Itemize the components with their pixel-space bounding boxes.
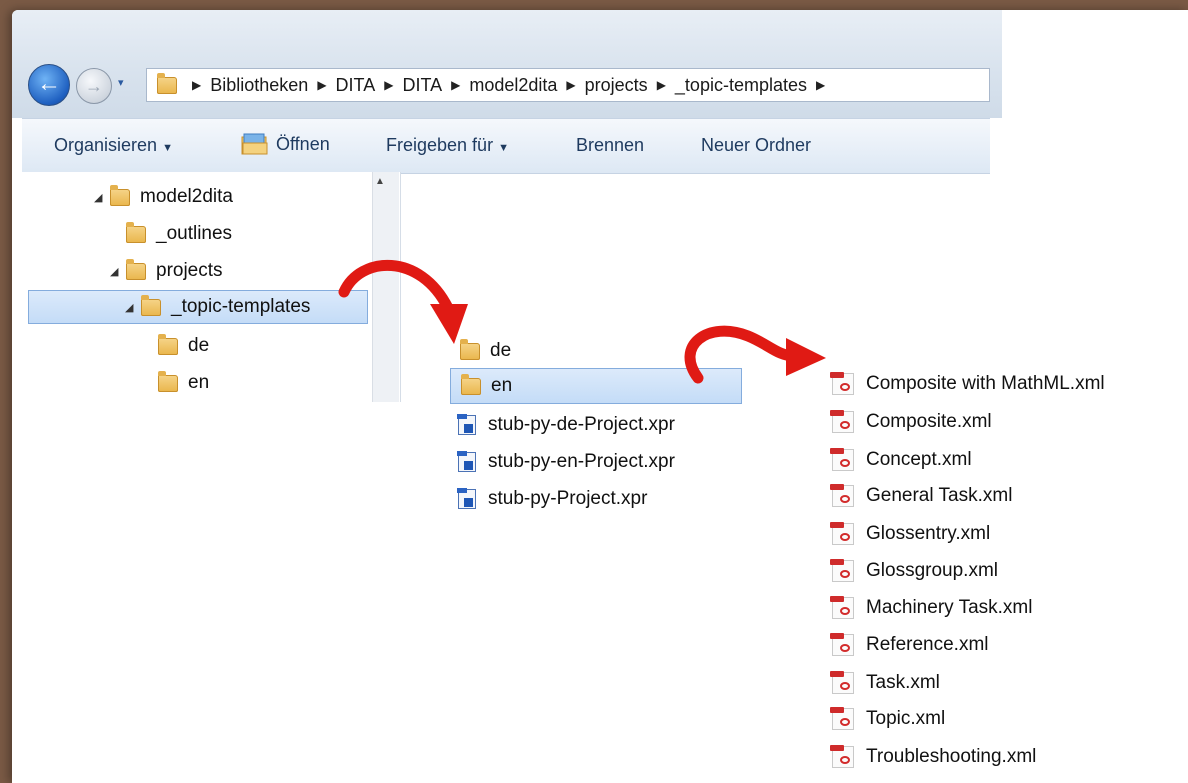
- open-label: Öffnen: [276, 133, 330, 154]
- breadcrumb-separator-icon[interactable]: ▶: [657, 78, 666, 92]
- folder-icon: [141, 294, 161, 316]
- breadcrumb-projects[interactable]: projects: [585, 75, 648, 96]
- folder-icon: [126, 221, 146, 243]
- tree-item-label: _topic-templates: [171, 296, 311, 317]
- forward-button[interactable]: →: [76, 68, 112, 104]
- list-item-xml[interactable]: Troubleshooting.xml: [830, 740, 1037, 774]
- file-label: Troubleshooting.xml: [866, 746, 1037, 767]
- breadcrumb-model2dita[interactable]: model2dita: [469, 75, 557, 96]
- file-label: Glossentry.xml: [866, 523, 991, 544]
- tree-item-outlines[interactable]: _outlines: [126, 217, 232, 251]
- list-item-xml[interactable]: Glossgroup.xml: [830, 554, 998, 588]
- xpr-project-file-icon: [457, 414, 476, 435]
- file-label: stub-py-en-Project.xpr: [488, 451, 675, 472]
- chevron-down-icon: ▼: [498, 142, 509, 154]
- expand-triangle-icon[interactable]: ◢: [110, 265, 126, 278]
- xml-file-icon: [830, 559, 854, 582]
- file-label: Composite.xml: [866, 411, 992, 432]
- breadcrumb-separator-icon[interactable]: ▶: [451, 78, 460, 92]
- folder-icon: [158, 333, 178, 355]
- burn-button[interactable]: Brennen: [576, 135, 644, 156]
- back-button[interactable]: ←: [28, 64, 70, 106]
- list-item-xml[interactable]: Composite.xml: [830, 405, 992, 439]
- tree-item-en[interactable]: en: [158, 366, 209, 400]
- file-label: Glossgroup.xml: [866, 560, 998, 581]
- breadcrumb-separator-icon[interactable]: ▶: [317, 78, 326, 92]
- scroll-up-icon[interactable]: ▲: [375, 176, 385, 187]
- new-folder-button[interactable]: Neuer Ordner: [701, 135, 811, 156]
- open-button[interactable]: Öffnen: [240, 131, 330, 157]
- folder-icon: [158, 370, 178, 392]
- xml-file-icon: [830, 484, 854, 507]
- address-bar[interactable]: ▶ Bibliotheken ▶ DITA ▶ DITA ▶ model2dit…: [146, 68, 990, 102]
- breadcrumb-bibliotheken[interactable]: Bibliotheken: [210, 75, 308, 96]
- breadcrumb-dita[interactable]: DITA: [336, 75, 376, 96]
- list-item-xml[interactable]: Topic.xml: [830, 702, 946, 736]
- organize-label: Organisieren: [54, 135, 158, 155]
- folder-icon: [461, 373, 481, 395]
- open-folder-icon: [241, 133, 268, 155]
- organize-button[interactable]: Organisieren ▼: [54, 135, 173, 156]
- command-bar: Organisieren ▼ Öffnen Freigeben für ▼ Bren…: [22, 118, 990, 174]
- file-label: Task.xml: [866, 672, 940, 693]
- xml-file-icon: [830, 410, 854, 433]
- xml-file-icon: [830, 671, 854, 694]
- tree-item-projects[interactable]: ◢ projects: [110, 254, 223, 288]
- list-item-xml[interactable]: Glossentry.xml: [830, 517, 991, 551]
- list-item-xml[interactable]: Reference.xml: [830, 628, 989, 662]
- xml-file-icon: [830, 596, 854, 619]
- list-item-xpr[interactable]: stub-py-de-Project.xpr: [457, 408, 675, 442]
- file-label: en: [491, 375, 513, 396]
- xml-file-icon: [830, 633, 854, 656]
- file-label: Machinery Task.xml: [866, 597, 1033, 618]
- tree-item-label: en: [188, 372, 210, 393]
- list-item-xpr[interactable]: stub-py-Project.xpr: [457, 482, 648, 516]
- breadcrumb-separator-icon[interactable]: ▶: [384, 78, 393, 92]
- tree-item-topic-templates[interactable]: ◢ _topic-templates: [28, 290, 368, 324]
- curved-arrow-icon: [684, 325, 826, 384]
- tree-item-label: model2dita: [140, 186, 233, 207]
- xpr-project-file-icon: [457, 451, 476, 472]
- xpr-project-file-icon: [457, 488, 476, 509]
- tree-item-label: _outlines: [156, 223, 233, 244]
- list-item-xml[interactable]: Composite with MathML.xml: [830, 367, 1105, 401]
- file-label: Reference.xml: [866, 634, 989, 655]
- list-item-xml[interactable]: General Task.xml: [830, 479, 1013, 513]
- tree-item-de[interactable]: de: [158, 329, 209, 363]
- curved-arrow-icon: [338, 259, 468, 344]
- file-label: General Task.xml: [866, 485, 1013, 506]
- breadcrumb-separator-icon[interactable]: ▶: [566, 78, 575, 92]
- file-label: de: [490, 340, 512, 361]
- list-item-xml[interactable]: Concept.xml: [830, 443, 972, 477]
- tree-item-label: projects: [156, 260, 223, 281]
- breadcrumb-dita-2[interactable]: DITA: [402, 75, 442, 96]
- xml-file-icon: [830, 522, 854, 545]
- folder-icon: [126, 258, 146, 280]
- list-item-xml[interactable]: Machinery Task.xml: [830, 591, 1033, 625]
- file-label: Concept.xml: [866, 449, 972, 470]
- folder-icon: [110, 184, 130, 206]
- xml-file-icon: [830, 448, 854, 471]
- tree-item-label: de: [188, 335, 210, 356]
- list-item-xml[interactable]: Task.xml: [830, 666, 940, 700]
- breadcrumb-topic-templates[interactable]: _topic-templates: [675, 75, 807, 96]
- expand-triangle-icon[interactable]: ◢: [125, 301, 141, 314]
- expand-triangle-icon[interactable]: ◢: [94, 191, 110, 204]
- xml-file-icon: [830, 707, 854, 730]
- file-label: stub-py-Project.xpr: [488, 488, 648, 509]
- tree-item-model2dita[interactable]: ◢ model2dita: [94, 180, 233, 214]
- recent-pages-dropdown-icon[interactable]: ▾: [118, 76, 124, 89]
- breadcrumb-separator-icon[interactable]: ▶: [816, 78, 825, 92]
- chevron-down-icon: ▼: [162, 142, 173, 154]
- share-button[interactable]: Freigeben für ▼: [386, 135, 509, 156]
- file-label: stub-py-de-Project.xpr: [488, 414, 675, 435]
- breadcrumb-separator-icon[interactable]: ▶: [192, 78, 201, 92]
- share-label: Freigeben für: [386, 135, 494, 155]
- folder-icon: [157, 72, 177, 94]
- xml-file-icon: [830, 745, 854, 768]
- file-label: Topic.xml: [866, 708, 946, 729]
- list-item-xpr[interactable]: stub-py-en-Project.xpr: [457, 445, 675, 479]
- file-label: Composite with MathML.xml: [866, 373, 1105, 394]
